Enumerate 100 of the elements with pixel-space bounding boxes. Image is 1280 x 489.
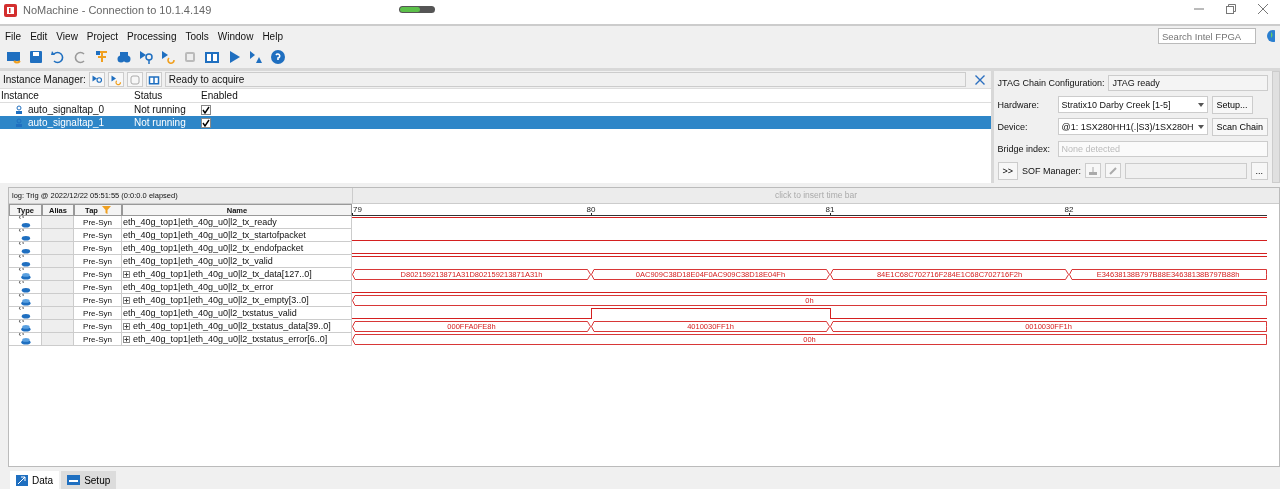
menu-item[interactable]: Help [262,30,283,42]
instance-icon [14,104,24,115]
close-icon[interactable] [1258,4,1268,14]
device-dropdown[interactable]: @1: 1SX280HH1(.|S3)/1SX280H [1057,118,1208,135]
node-icon [17,216,33,228]
connection-meter [399,6,435,13]
tap-cell: Pre-Syn [74,242,122,255]
expand-button[interactable]: >> [997,161,1019,180]
menu-item[interactable]: Processing [127,30,177,42]
hardware-dropdown[interactable]: Stratix10 Darby Creek [1-5] [1057,96,1208,113]
undo-icon[interactable] [50,49,66,65]
instance-name: auto_signaltap_0 [28,104,105,115]
signal-name[interactable]: eth_40g_top1|eth_40g_u0|l2_tx_empty[3..0] [133,295,309,305]
instance-manager-label: Instance Manager: [3,74,86,85]
signal-name[interactable]: eth_40g_top1|eth_40g_u0|l2_tx_startofpacket [123,230,306,240]
menu-item[interactable]: Edit [30,30,48,42]
book-button[interactable] [145,72,162,87]
time-ruler: 79 80 81 82 [352,204,1267,216]
instance-icon [14,117,24,128]
redo-icon[interactable] [72,49,88,65]
jtag-status-field: JTAG ready [1108,74,1269,91]
close-icon[interactable] [974,74,985,85]
expand-icon[interactable] [123,335,130,343]
column-header: Status [133,89,200,103]
tab[interactable]: Setup [61,471,117,489]
tap-cell: Pre-Syn [74,229,122,242]
signal-name[interactable]: eth_40g_top1|eth_40g_u0|l2_txstatus_error[6..0] [133,334,328,344]
signal-name[interactable]: eth_40g_top1|eth_40g_u0|l2_tx_data[127..0] [133,269,312,279]
signal-name[interactable]: eth_40g_top1|eth_40g_u0|l2_tx_error [123,282,274,292]
setup-button[interactable]: Setup... [1211,95,1253,114]
triangles-icon[interactable] [248,49,264,65]
signal-name[interactable]: eth_40g_top1|eth_40g_u0|l2_txstatus_valid [123,308,297,318]
globe-icon[interactable] [1265,29,1275,43]
menu-item[interactable]: File [5,30,22,42]
instance-cell[interactable]: auto_signaltap_0 [0,103,133,116]
enabled-checkbox[interactable] [201,117,211,128]
caret-icon [1197,102,1204,107]
sof-file-field[interactable] [1125,162,1247,179]
column-header: Instance [0,89,133,103]
bridge-index-field: None detected [1057,140,1269,157]
node-icon [17,294,33,306]
signal-name[interactable]: eth_40g_top1|eth_40g_u0|l2_txstatus_data[39..0] [133,321,331,331]
app-logo-icon [4,4,17,17]
instance-name: auto_signaltap_1 [28,117,105,128]
hierarchy-icon[interactable] [94,49,110,65]
signal-name[interactable]: eth_40g_top1|eth_40g_u0|l2_tx_endofpacket [123,243,304,253]
window-title: NoMachine - Connection to 10.1.4.149 [23,4,213,16]
tap-cell: Pre-Syn [74,307,122,320]
jtag-label: JTAG Chain Configuration: [997,77,1105,88]
tap-cell: Pre-Syn [74,294,122,307]
node-icon [17,229,33,241]
node-icon [17,255,33,267]
menu-item[interactable]: Window [217,30,254,42]
expand-icon[interactable] [123,270,130,278]
monitor-icon[interactable] [6,49,22,65]
tab[interactable]: Data [10,471,60,489]
status-text: Not running [134,104,186,115]
screen-icon [67,475,81,485]
run-icon[interactable] [138,49,154,65]
instance-cell[interactable]: auto_signaltap_1 [0,116,133,129]
programmer-icon [1088,165,1099,176]
device-label: Device: [997,121,1029,132]
help-icon[interactable] [270,49,286,65]
run-button[interactable] [88,72,105,87]
node-icon [17,307,33,319]
scan-chain-button[interactable]: Scan Chain [1211,117,1269,136]
enabled-checkbox[interactable] [201,104,211,115]
column-header: Enabled [200,89,991,103]
tap-cell: Pre-Syn [74,216,122,229]
chart-icon [16,474,28,486]
bridge-index-label: Bridge index: [997,143,1052,154]
expand-icon[interactable] [123,322,130,330]
tap-cell: Pre-Syn [74,281,122,294]
tap-cell: Pre-Syn [74,333,122,346]
search-field[interactable]: Search Intel FPGA [1158,28,1256,44]
sof-manager-label: SOF Manager: [1022,165,1082,176]
node-icon [17,242,33,254]
signal-name[interactable]: eth_40g_top1|eth_40g_u0|l2_tx_valid [123,256,273,266]
node-icon [17,268,33,280]
node-icon [17,281,33,293]
menu-item[interactable]: Tools [185,30,209,42]
tap-cell: Pre-Syn [74,320,122,333]
expand-icon[interactable] [123,296,130,304]
tap-cell: Pre-Syn [74,268,122,281]
autorun-button[interactable] [107,72,124,87]
book-icon[interactable] [204,49,220,65]
restore-icon[interactable] [1226,4,1236,14]
menu-item[interactable]: Project [86,30,118,42]
autorun-icon[interactable] [160,49,176,65]
caret-icon [1197,124,1204,129]
save-icon[interactable] [28,49,44,65]
scrollbar[interactable] [1272,71,1280,183]
node-icon [17,333,33,345]
signal-name[interactable]: eth_40g_top1|eth_40g_u0|l2_tx_ready [123,217,277,227]
node-icon [17,320,33,332]
hardware-label: Hardware: [997,99,1041,110]
browse-button[interactable]: ... [1250,161,1269,180]
status-text: Not running [134,117,186,128]
status-field: Ready to acquire [164,72,966,87]
menu-item[interactable]: View [56,30,78,42]
